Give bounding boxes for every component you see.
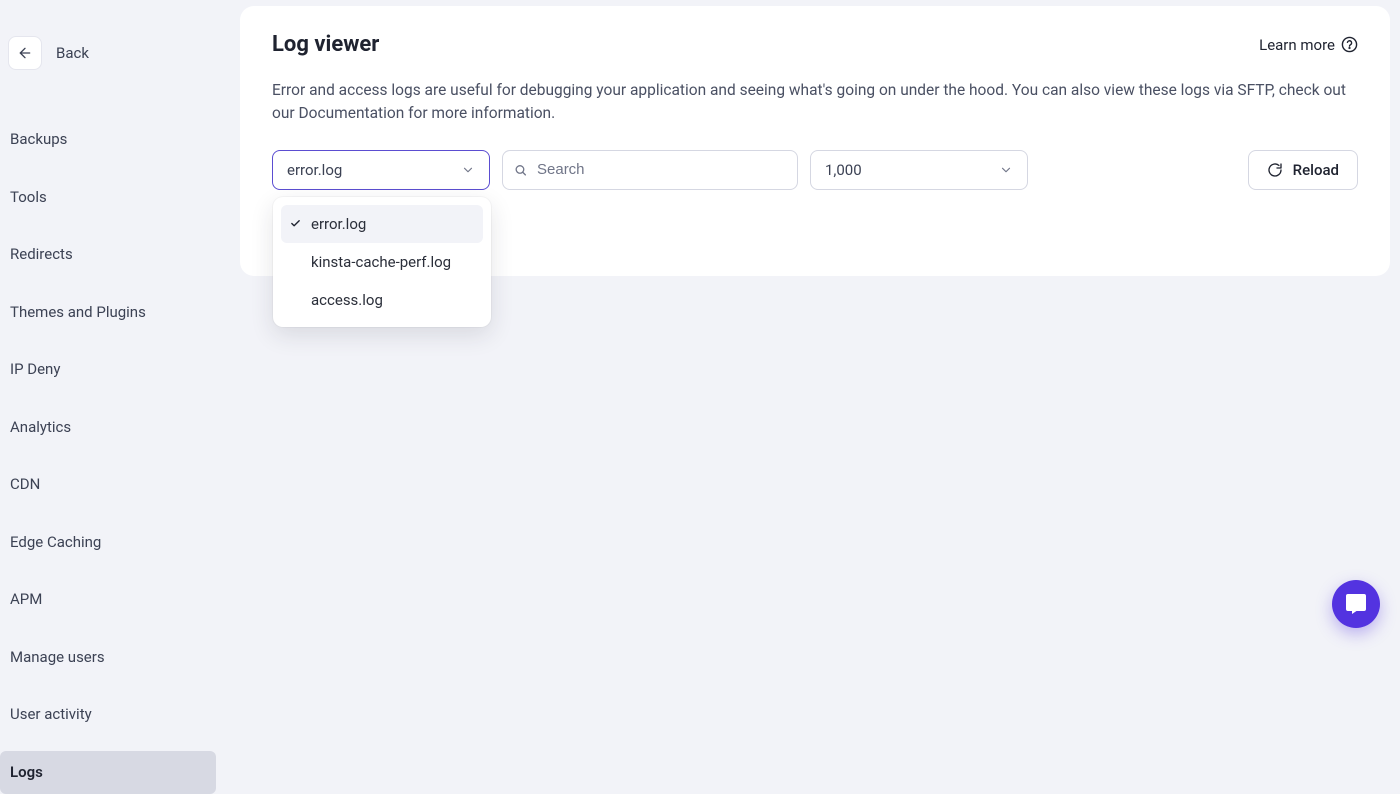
back-button[interactable] [8, 36, 42, 70]
reload-icon [1267, 162, 1283, 178]
log-option-label: access.log [311, 291, 383, 309]
main: Log viewer Learn more Error and access l… [222, 0, 1400, 644]
line-count-select[interactable]: 1,000 [810, 150, 1028, 190]
search-icon [514, 163, 527, 176]
back-label: Back [56, 44, 89, 62]
sidebar-item-themes-and-plugins[interactable]: Themes and Plugins [0, 291, 216, 335]
learn-more-link[interactable]: Learn more [1259, 36, 1358, 54]
log-option-label: kinsta-cache-perf.log [311, 253, 451, 271]
sidebar-item-tools[interactable]: Tools [0, 176, 216, 220]
chevron-down-icon [999, 163, 1013, 177]
sidebar-item-cdn[interactable]: CDN [0, 463, 216, 507]
sidebar-item-manage-users[interactable]: Manage users [0, 636, 216, 680]
log-file-select[interactable]: error.log error.logkinsta-cache-perf.log… [272, 150, 490, 190]
search-input[interactable] [502, 150, 798, 190]
log-file-select-value: error.log [287, 161, 342, 179]
sidebar-item-apm[interactable]: APM [0, 578, 216, 622]
page-title: Log viewer [272, 32, 379, 57]
sidebar-item-redirects[interactable]: Redirects [0, 233, 216, 277]
log-option-error-log[interactable]: error.log [281, 205, 483, 243]
reload-button[interactable]: Reload [1248, 150, 1358, 190]
sidebar-item-analytics[interactable]: Analytics [0, 406, 216, 450]
log-option-access-log[interactable]: access.log [281, 281, 483, 319]
reload-label: Reload [1293, 161, 1339, 179]
log-viewer-card: Log viewer Learn more Error and access l… [240, 6, 1390, 276]
sidebar: Back Backups Tools Redirects Themes and Plu… [0, 0, 222, 644]
card-description: Error and access logs are useful for deb… [272, 79, 1352, 126]
line-count-value: 1,000 [825, 161, 862, 179]
learn-more-label: Learn more [1259, 36, 1335, 54]
sidebar-item-backups[interactable]: Backups [0, 118, 216, 162]
arrow-left-icon [17, 45, 33, 61]
sidebar-nav: Backups Tools Redirects Themes and Plugins I… [0, 118, 222, 794]
chat-fab[interactable] [1332, 580, 1380, 628]
sidebar-item-logs[interactable]: Logs [0, 751, 216, 794]
chevron-down-icon [461, 163, 475, 177]
log-option-label: error.log [311, 215, 366, 233]
card-header: Log viewer Learn more [272, 32, 1358, 57]
sidebar-item-ip-deny[interactable]: IP Deny [0, 348, 216, 392]
check-icon [289, 218, 301, 229]
chat-icon [1344, 592, 1368, 616]
back-row: Back [0, 36, 222, 70]
help-circle-icon [1341, 36, 1358, 53]
log-file-dropdown: error.log kinsta-cache-perf.log access.log [273, 197, 491, 327]
sidebar-item-edge-caching[interactable]: Edge Caching [0, 521, 216, 565]
search-wrap [502, 150, 798, 190]
sidebar-item-user-activity[interactable]: User activity [0, 693, 216, 737]
log-option-kinsta-cache-perf-log[interactable]: kinsta-cache-perf.log [281, 243, 483, 281]
controls-row: error.log error.logkinsta-cache-perf.log… [272, 150, 1358, 190]
